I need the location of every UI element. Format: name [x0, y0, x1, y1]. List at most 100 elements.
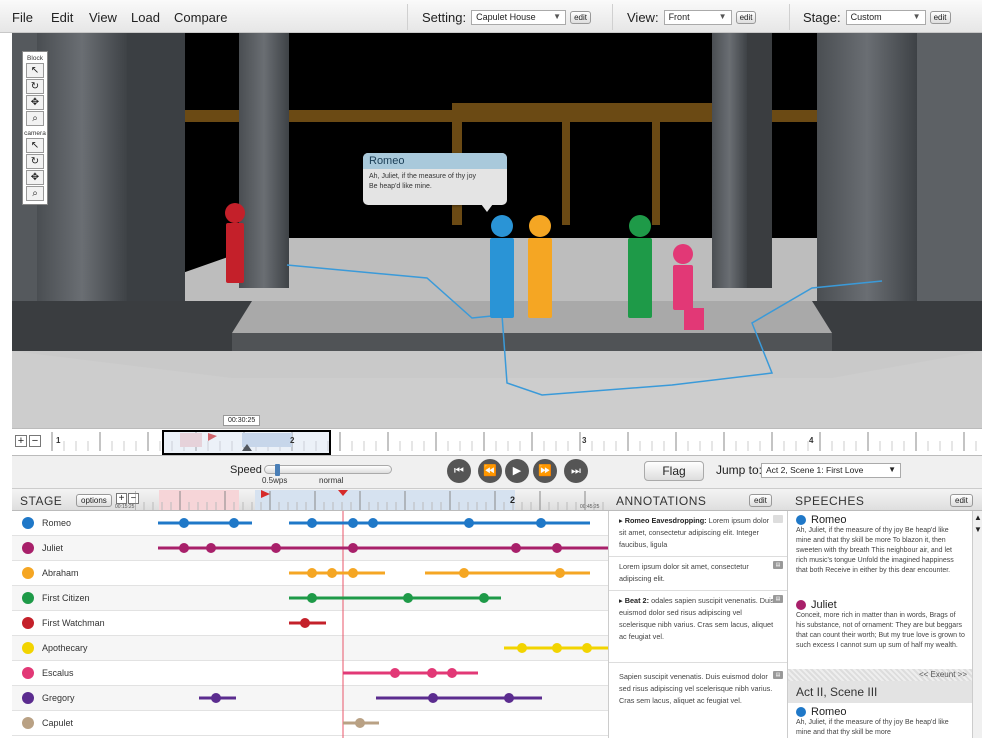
speech-block-romeo[interactable]: Romeo Ah, Juliet, if the measure of thy …: [788, 706, 972, 738]
pan-icon[interactable]: ✥: [26, 170, 44, 185]
step-back-icon[interactable]: ⏮: [447, 459, 471, 483]
chevron-down-icon: ▼: [553, 11, 562, 21]
timeline-view-window[interactable]: [162, 430, 331, 455]
speech-text: Conceit, more rich in matter than in wor…: [796, 612, 965, 649]
annotation-item[interactable]: Sapien suscipit venenatis. Duis euismod …: [609, 667, 787, 727]
stage-select[interactable]: Custom ▼: [845, 9, 926, 25]
figure-first-citizen[interactable]: [628, 215, 652, 318]
speed-slider-knob[interactable]: [275, 464, 280, 476]
view-label: View:: [627, 9, 659, 25]
figure-abraham[interactable]: [528, 215, 552, 318]
menu-bar: File Edit View Load Compare Setting: Cap…: [0, 0, 982, 33]
speed-normal-label: normal: [319, 476, 344, 485]
stage-value: Custom: [850, 11, 882, 22]
annotations-list: ▸ Romeo Eavesdropping: Lorem ipsum dolor…: [608, 511, 787, 738]
menu-file[interactable]: File: [12, 10, 33, 25]
setting-value: Capulet House: [476, 11, 536, 22]
rewind-icon[interactable]: ⏪: [478, 459, 502, 483]
scene-heading: Act II, Scene III: [788, 681, 972, 703]
pan-icon[interactable]: ✥: [26, 95, 44, 110]
speeches-scrollbar[interactable]: ▲ ▼: [972, 511, 982, 738]
chevron-down-icon: ▼: [912, 11, 921, 21]
stage-panel-header: STAGE options + − 00:15:25 00:45:25 2: [12, 489, 608, 511]
bubble-speaker: Romeo: [363, 153, 507, 169]
menu-view[interactable]: View: [89, 10, 117, 25]
menu-compare[interactable]: Compare: [174, 10, 227, 25]
speech-speaker: Romeo: [796, 706, 965, 718]
annotations-panel-header: ANNOTATIONS edit: [608, 489, 787, 511]
setting-label: Setting:: [422, 9, 467, 25]
lane-apothecary[interactable]: [504, 643, 608, 653]
lane-first-watchman[interactable]: [289, 618, 326, 628]
stage-scene: [12, 33, 982, 428]
fast-forward-icon[interactable]: ⏩: [533, 459, 557, 483]
speeches-edit-button[interactable]: edit: [950, 494, 973, 507]
figure-romeo[interactable]: [490, 215, 514, 318]
annotation-item[interactable]: ▸ Beat 2: odales sapien suscipit venenat…: [609, 591, 787, 663]
annotation-item[interactable]: Lorem ipsum dolor sit amet, consectetur …: [609, 557, 787, 591]
figure-watchman[interactable]: [225, 203, 245, 283]
stage-time-start: 00:15:25: [115, 504, 135, 510]
jump-to-label: Jump to:: [716, 463, 763, 477]
speech-block-romeo[interactable]: Romeo Ah, Juliet, if the measure of thy …: [788, 514, 972, 576]
lane-juliet[interactable]: [158, 543, 608, 553]
pointer-icon[interactable]: ↖: [26, 63, 44, 78]
rotate-icon[interactable]: ↻: [26, 79, 44, 94]
speed-slider[interactable]: [264, 464, 392, 476]
pointer-icon[interactable]: ↖: [26, 138, 44, 153]
zoom-icon[interactable]: ⌕: [26, 111, 44, 126]
annotation-text: Sapien suscipit venenatis. Duis euismod …: [619, 672, 773, 705]
bubble-line: Be heap'd like mine.: [369, 183, 432, 190]
scroll-up-icon[interactable]: ▲: [974, 513, 982, 522]
tick-label: 1: [56, 436, 61, 445]
lane-gregory[interactable]: [199, 693, 542, 703]
pillar: [37, 33, 127, 301]
jump-to-select[interactable]: Act 2, Scene 1: First Love ▼: [761, 463, 901, 478]
view-value: Front: [668, 11, 690, 22]
lane-capulet[interactable]: [343, 718, 379, 728]
flag-button[interactable]: Flag: [644, 461, 704, 481]
annotation-title-text: Romeo Eavesdropping:: [624, 516, 707, 525]
tool-palette: Block ↖ ↻ ✥ ⌕ camera ↖ ↻ ✥ ⌕: [22, 51, 48, 205]
setting-edit-button[interactable]: edit: [570, 10, 591, 24]
annotation-item[interactable]: ▸ Romeo Eavesdropping: Lorem ipsum dolor…: [609, 511, 787, 557]
note-icon[interactable]: ▤: [773, 595, 783, 603]
note-icon[interactable]: ▤: [773, 671, 783, 679]
speech-block-juliet[interactable]: Juliet Conceit, more rich in matter than…: [788, 599, 972, 651]
chevron-down-icon: ▼: [888, 465, 896, 474]
annotations-edit-button[interactable]: edit: [749, 494, 772, 507]
block-label: Block: [27, 55, 43, 62]
setting-select[interactable]: Capulet House ▼: [471, 9, 567, 25]
lane-escalus[interactable]: [343, 668, 478, 678]
flag-button-label: Flag: [662, 464, 686, 478]
main-timeline[interactable]: + − 00:30:25 1 2 3 4: [12, 415, 982, 456]
stage-3d-view[interactable]: Block ↖ ↻ ✥ ⌕ camera ↖ ↻ ✥ ⌕ Romeo Ah, J…: [12, 33, 982, 428]
play-icon[interactable]: ▶: [505, 459, 529, 483]
lane-romeo[interactable]: [158, 518, 590, 528]
speaker-name: Romeo: [811, 514, 847, 526]
annotation-title: ▸ Romeo Eavesdropping:: [619, 516, 707, 525]
stage-edit-button[interactable]: edit: [929, 10, 951, 24]
note-icon[interactable]: [773, 515, 783, 523]
note-icon[interactable]: ▤: [773, 561, 783, 569]
stage-label: Stage:: [803, 9, 841, 25]
lane-first-citizen[interactable]: [289, 593, 501, 603]
speech-text: Ah, Juliet, if the measure of thy joy Be…: [796, 719, 949, 736]
zoom-in-button[interactable]: +: [116, 493, 127, 504]
view-select[interactable]: Front ▼: [663, 9, 732, 25]
rotate-icon[interactable]: ↻: [26, 154, 44, 169]
step-forward-icon[interactable]: ⏭: [564, 459, 588, 483]
timeline-timecode: 00:30:25: [223, 415, 261, 426]
menu-edit[interactable]: Edit: [51, 10, 73, 25]
view-edit-button[interactable]: edit: [735, 10, 757, 24]
stage-options-button[interactable]: options: [76, 494, 112, 507]
zoom-icon[interactable]: ⌕: [26, 186, 44, 201]
tick-label: 4: [809, 436, 814, 445]
menu-separator: [407, 4, 408, 30]
bubble-line: Ah, Juliet, if the measure of thy joy: [369, 173, 476, 180]
lane-abraham[interactable]: [289, 568, 590, 578]
tick-label: 2: [290, 436, 295, 445]
menu-separator: [789, 4, 790, 30]
scroll-down-icon[interactable]: ▼: [974, 525, 982, 534]
menu-load[interactable]: Load: [131, 10, 160, 25]
